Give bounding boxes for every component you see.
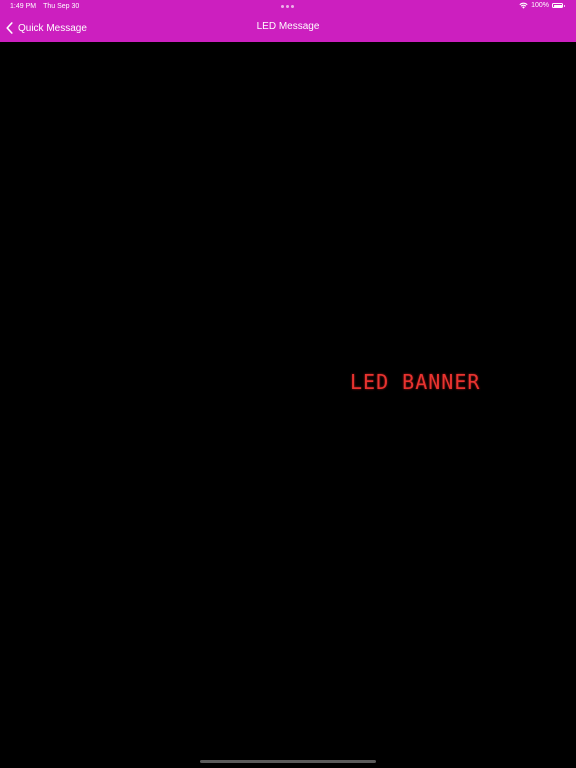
- battery-tip: [564, 4, 565, 7]
- battery-icon: [552, 3, 566, 9]
- status-bar: 1:49 PM Thu Sep 30 100%: [0, 0, 576, 14]
- status-left: 1:49 PM Thu Sep 30: [10, 3, 79, 10]
- dot: [291, 5, 294, 8]
- top-bar: 1:49 PM Thu Sep 30 100% Quick Message LE…: [0, 0, 576, 42]
- dot: [281, 5, 284, 8]
- led-banner-text: LED BANNER: [350, 370, 481, 394]
- wifi-icon: [519, 2, 528, 9]
- battery-percent: 100%: [531, 2, 549, 9]
- multitasking-dots-icon[interactable]: [281, 5, 294, 8]
- home-indicator[interactable]: [200, 760, 376, 763]
- status-time: 1:49 PM: [10, 3, 37, 10]
- screen: 1:49 PM Thu Sep 30 100% Quick Message LE…: [0, 0, 576, 768]
- status-right: 100%: [519, 2, 566, 9]
- back-button-label: Quick Message: [18, 22, 87, 34]
- battery-body: [552, 3, 563, 8]
- status-date: Thu Sep 30: [43, 3, 80, 10]
- navigation-bar: Quick Message LED Message: [0, 14, 576, 42]
- battery-fill: [553, 4, 562, 7]
- back-button[interactable]: Quick Message: [6, 20, 87, 36]
- page-title: LED Message: [256, 21, 320, 32]
- chevron-left-icon: [6, 22, 13, 34]
- led-display[interactable]: LED BANNER: [0, 42, 576, 768]
- dot: [286, 5, 289, 8]
